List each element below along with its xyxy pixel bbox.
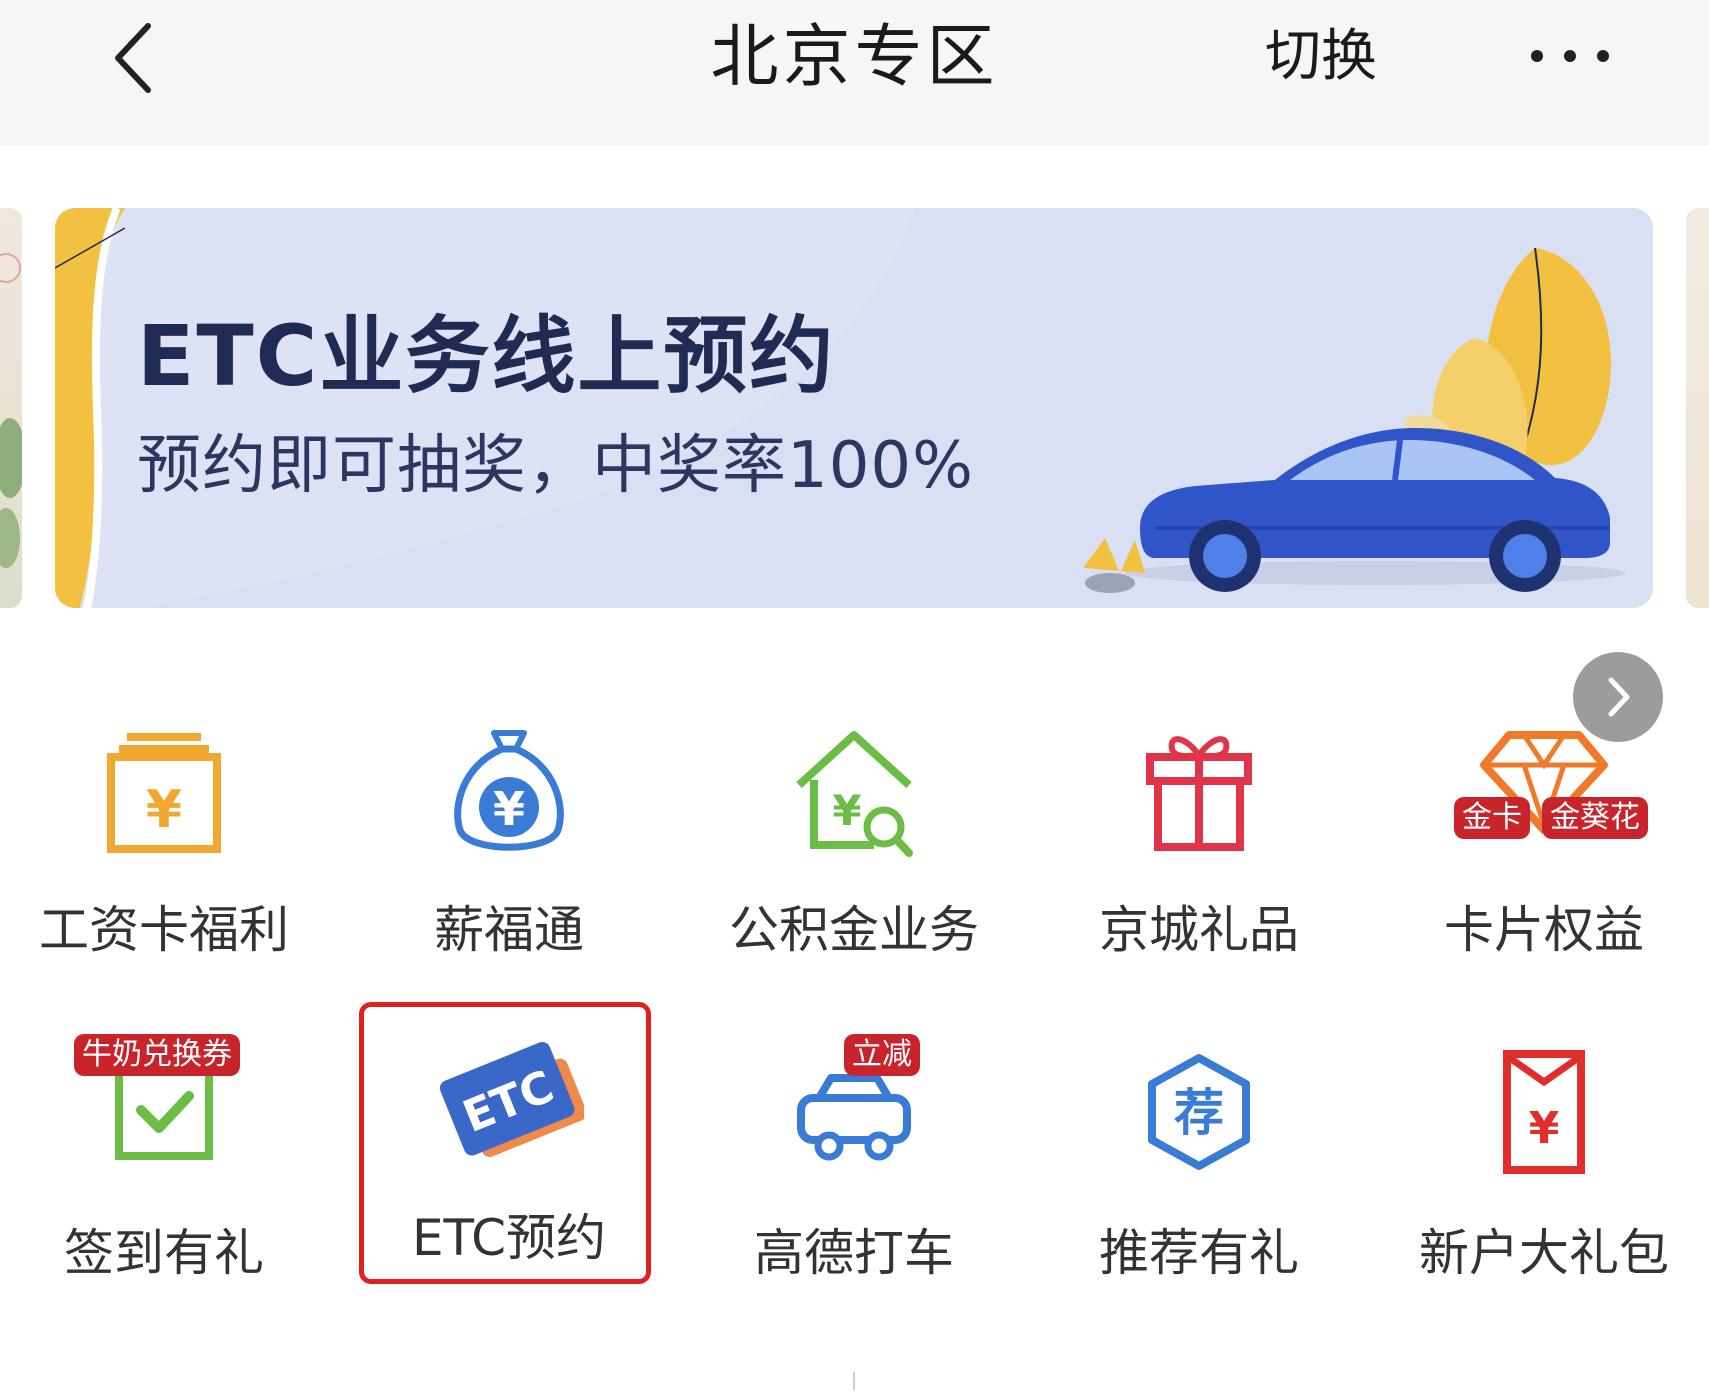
- tile-etc-appointment[interactable]: ETC ETC预约: [359, 1028, 659, 1308]
- housing-fund-icon: ¥: [796, 731, 913, 857]
- banner-prev-peek[interactable]: [0, 208, 22, 608]
- red-envelope-icon: ¥: [1503, 1050, 1585, 1174]
- tile-salary-card-benefits[interactable]: ¥ 工资卡福利: [14, 725, 314, 1005]
- tile-housing-fund[interactable]: ¥ 公积金业务: [704, 725, 1004, 1005]
- tile-label: 新户大礼包: [1419, 1224, 1669, 1282]
- tile-label: ETC预约: [411, 1209, 607, 1267]
- gift-box-icon: [1146, 736, 1252, 851]
- back-button[interactable]: [110, 18, 160, 98]
- banner-next-peek[interactable]: [1686, 208, 1709, 608]
- svg-text:¥: ¥: [832, 786, 861, 835]
- etc-promo-banner[interactable]: ETC业务线上预约 预约即可抽奖，中奖率100%: [55, 208, 1653, 608]
- tile-label: 推荐有礼: [1099, 1224, 1299, 1282]
- more-dots-icon: [1531, 50, 1609, 62]
- tile-label: 公积金业务: [729, 901, 979, 959]
- tile-beijing-gifts[interactable]: 京城礼品: [1049, 725, 1349, 1005]
- page-indicator: [853, 1372, 855, 1390]
- top-nav-bar: 北京专区 切换: [0, 0, 1709, 145]
- more-button[interactable]: [1525, 40, 1625, 80]
- blue-car-icon: [1083, 247, 1625, 593]
- tile-new-user-package[interactable]: ¥ 新户大礼包: [1394, 1048, 1694, 1328]
- tile-label: 签到有礼: [64, 1224, 264, 1282]
- discount-badge: 立减: [844, 1034, 920, 1076]
- money-bag-icon: ¥: [454, 730, 564, 851]
- switch-city-button[interactable]: 切换: [1265, 22, 1377, 92]
- banner-subtitle: 预约即可抽奖，中奖率100%: [137, 429, 974, 503]
- tile-card-rights[interactable]: 金卡 金葵花 卡片权益: [1394, 725, 1694, 1005]
- tile-amap-taxi[interactable]: 立减 高德打车: [704, 1034, 1004, 1328]
- milk-voucher-badge: 牛奶兑换券: [74, 1034, 240, 1076]
- floral-decoration-icon: [0, 253, 22, 568]
- diamond-icon: [1480, 731, 1608, 834]
- page-title: 北京专区: [710, 18, 999, 97]
- sunflower-card-badge: 金葵花: [1542, 797, 1648, 839]
- banner-title: ETC业务线上预约: [137, 307, 836, 405]
- gold-card-badge: 金卡: [1454, 797, 1530, 839]
- chevron-left-icon: [115, 23, 151, 93]
- tile-referral-gift[interactable]: 荐 推荐有礼: [1049, 1048, 1349, 1328]
- etc-card-icon: ETC: [439, 1041, 584, 1157]
- tile-checkin-gift[interactable]: 牛奶兑换券 签到有礼: [14, 1034, 314, 1328]
- tile-label: 卡片权益: [1444, 901, 1644, 959]
- tile-label: 高德打车: [754, 1224, 954, 1282]
- salary-card-icon: ¥: [107, 733, 221, 853]
- recommend-icon: 荐: [1148, 1054, 1250, 1170]
- tile-label: 京城礼品: [1099, 901, 1299, 959]
- tile-label: 工资卡福利: [39, 901, 289, 959]
- svg-text:¥: ¥: [493, 782, 525, 836]
- svg-text:¥: ¥: [146, 780, 182, 840]
- tile-xinfutong[interactable]: ¥ 薪福通: [359, 725, 659, 1005]
- recommend-icon-text: 荐: [1174, 1084, 1224, 1142]
- tile-label: 薪福通: [434, 901, 584, 959]
- svg-text:¥: ¥: [1529, 1103, 1560, 1154]
